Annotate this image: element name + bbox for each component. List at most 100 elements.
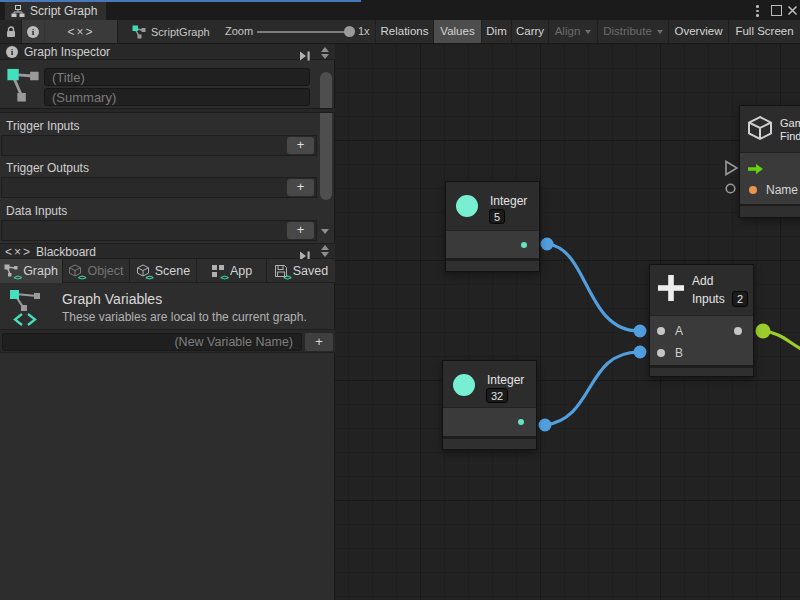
- relations-button[interactable]: Relations: [375, 20, 433, 43]
- graph-variables-heading: Graph Variables: [62, 291, 162, 307]
- add-icon: [658, 275, 684, 301]
- fullscreen-button[interactable]: Full Screen: [728, 20, 800, 43]
- tab-saved[interactable]: <> Saved: [267, 259, 335, 283]
- blackboard-scroll-up-icon[interactable]: [321, 245, 329, 250]
- integer-node-5[interactable]: Integer 5: [446, 182, 539, 271]
- graph-icon-large: [6, 66, 40, 103]
- output-port[interactable]: [734, 327, 742, 335]
- node-title: Integer: [487, 373, 524, 387]
- unconnected-flow-port-icon[interactable]: [726, 162, 737, 175]
- input-port-a[interactable]: [657, 327, 665, 335]
- zoom-slider-track[interactable]: [257, 31, 353, 33]
- node-body: A B: [650, 315, 753, 365]
- breadcrumb-label: ScriptGraph: [151, 26, 210, 38]
- add-data-input-button[interactable]: +: [287, 222, 314, 239]
- inspector-scroll-down-icon[interactable]: [321, 229, 329, 234]
- name-port-label: Name: [766, 183, 798, 197]
- add-trigger-output-button[interactable]: +: [287, 179, 314, 196]
- trigger-outputs-list: +: [1, 177, 317, 198]
- tab-app[interactable]: <> App: [197, 259, 267, 283]
- new-variable-row: +: [0, 329, 335, 353]
- window-menu-icon[interactable]: [756, 5, 759, 19]
- blackboard-scroll-down-icon[interactable]: [321, 252, 329, 257]
- trigger-outputs-label: Trigger Outputs: [6, 161, 89, 175]
- node-body: [446, 230, 539, 258]
- blackboard-header[interactable]: <×> Blackboard: [0, 243, 335, 259]
- toolbar-buttons: Relations Values Dim Carry Align Distrib…: [375, 20, 800, 43]
- add-node[interactable]: Add Inputs 2 A B: [650, 265, 753, 376]
- blackboard-title: Blackboard: [36, 244, 96, 260]
- distribute-caret-icon: [657, 30, 663, 34]
- tab-graph[interactable]: <> Graph: [0, 259, 63, 283]
- graph-variables-description: These variables are local to the current…: [62, 310, 307, 324]
- tab-title: Script Graph: [30, 4, 97, 18]
- node-title: Add: [692, 274, 713, 288]
- graph-variables-icon: [10, 288, 44, 328]
- blackboard-tabs: <> Graph <> Object <> Scene: [0, 259, 335, 283]
- script-graph-window: Script Graph i <×>: [0, 0, 800, 600]
- carry-button[interactable]: Carry: [511, 20, 548, 43]
- name-input-port[interactable]: [749, 186, 757, 194]
- inputs-label: Inputs: [692, 292, 725, 306]
- output-port[interactable]: [518, 419, 524, 425]
- tab-script-graph[interactable]: Script Graph: [5, 2, 106, 20]
- graph-inspector-header[interactable]: i Graph Inspector: [0, 44, 335, 60]
- wire-endpoint[interactable]: [634, 325, 647, 338]
- wire-integer5-to-add-a[interactable]: [547, 244, 639, 331]
- overview-button[interactable]: Overview: [668, 20, 728, 43]
- zoom-label: Zoom: [225, 20, 253, 43]
- integer-value-field[interactable]: 5: [489, 209, 505, 224]
- app-tab-icon: <>: [211, 264, 226, 279]
- add-variable-button[interactable]: +: [305, 333, 333, 351]
- toolbar: i <×> ScriptGraph Zoom 1x Relations Valu…: [0, 20, 800, 44]
- zoom-slider-knob[interactable]: [344, 26, 355, 37]
- lock-icon: [6, 26, 16, 38]
- node-title-line2: Find: [780, 130, 800, 142]
- input-port-b[interactable]: [657, 349, 665, 357]
- flow-input-port-icon[interactable]: [748, 164, 763, 174]
- node-title: Integer: [490, 194, 527, 208]
- integer-value-field[interactable]: 32: [486, 388, 508, 403]
- close-icon[interactable]: [787, 5, 798, 16]
- node-footer: [740, 206, 800, 217]
- title-field[interactable]: [44, 68, 310, 86]
- breadcrumb[interactable]: ScriptGraph: [132, 20, 210, 43]
- new-variable-input[interactable]: [2, 333, 302, 351]
- align-button[interactable]: Align: [548, 20, 597, 43]
- wire-endpoint[interactable]: [541, 238, 554, 251]
- maximize-icon[interactable]: [771, 5, 782, 16]
- wire-integer32-to-add-b[interactable]: [545, 352, 639, 425]
- wire-endpoint[interactable]: [756, 324, 771, 339]
- scroll-down-icon[interactable]: [321, 54, 329, 59]
- wire-endpoint[interactable]: [634, 346, 647, 359]
- info-button[interactable]: i: [22, 20, 45, 43]
- values-button[interactable]: Values: [433, 20, 481, 43]
- code-view-button[interactable]: <×>: [45, 20, 117, 43]
- node-footer: [650, 368, 753, 376]
- graph-canvas[interactable]: Integer 5 Integer 32: [335, 44, 800, 600]
- add-trigger-input-button[interactable]: +: [287, 137, 314, 154]
- output-port[interactable]: [521, 242, 527, 248]
- inspector-scrollbar[interactable]: [320, 72, 332, 200]
- inputs-count-field[interactable]: 2: [732, 291, 748, 307]
- scene-tab-icon: <>: [136, 264, 151, 279]
- graph-hierarchy-icon: [11, 5, 25, 17]
- port-b-label: B: [675, 346, 683, 360]
- port-a-label: A: [675, 324, 683, 338]
- node-header: Add Inputs 2: [650, 265, 753, 315]
- tab-scene[interactable]: <> Scene: [130, 259, 197, 283]
- node-header: Integer 32: [443, 361, 536, 407]
- dim-button[interactable]: Dim: [481, 20, 511, 43]
- lock-button[interactable]: [0, 20, 22, 43]
- data-inputs-label: Data Inputs: [6, 204, 67, 218]
- summary-field[interactable]: [44, 88, 310, 106]
- scroll-up-icon[interactable]: [321, 47, 329, 52]
- integer-node-32[interactable]: Integer 32: [443, 361, 536, 449]
- node-footer: [446, 261, 539, 271]
- distribute-button[interactable]: Distribute: [597, 20, 668, 43]
- maximize-panel-icon[interactable]: [299, 47, 311, 65]
- gameobject-find-node[interactable]: GameObject Find Name: [740, 106, 800, 217]
- wire-endpoint[interactable]: [539, 419, 552, 432]
- unconnected-value-port-icon[interactable]: [726, 184, 735, 193]
- tab-object[interactable]: <> Object: [63, 259, 130, 283]
